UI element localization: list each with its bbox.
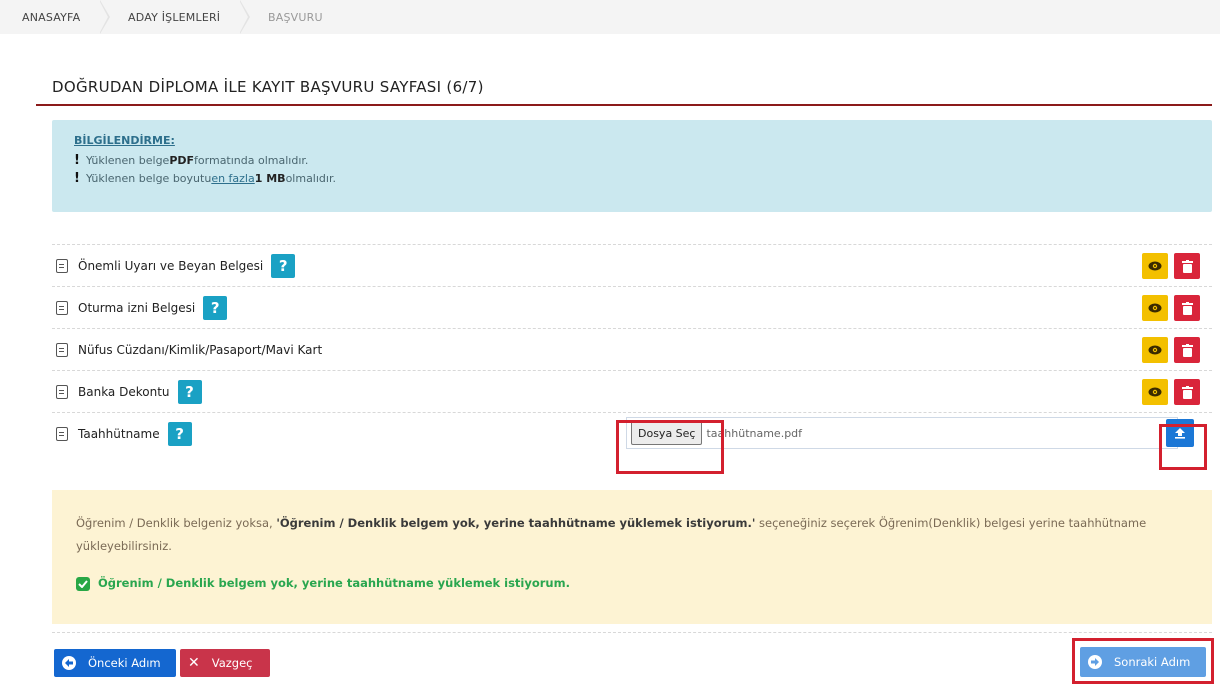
info-text: Yüklenen belge boyutu (85, 171, 212, 185)
close-icon: ✕ (188, 655, 200, 671)
breadcrumb-candidate-ops[interactable]: ADAY İŞLEMLERİ (100, 0, 250, 34)
eye-icon (1148, 261, 1162, 271)
breadcrumb-candidate-ops-label[interactable]: ADAY İŞLEMLERİ (128, 11, 220, 24)
trash-icon (1181, 259, 1193, 273)
previous-step-label[interactable]: Önceki Adım (88, 656, 161, 670)
cancel-button[interactable]: ✕ Vazgeç (180, 649, 270, 677)
info-underline: en fazla (211, 171, 255, 185)
warning-box: Öğrenim / Denklik belgeniz yoksa, 'Öğren… (52, 490, 1212, 624)
checkbox-label[interactable]: Öğrenim / Denklik belgem yok, yerine taa… (98, 572, 570, 595)
highlight-choose-file (616, 420, 724, 474)
document-label: Taahhütname (78, 426, 160, 441)
view-button[interactable] (1142, 379, 1168, 405)
document-actions (1142, 337, 1200, 363)
next-step-label[interactable]: Sonraki Adım (1114, 655, 1190, 669)
exclamation-icon: ! (74, 170, 80, 186)
info-heading: BİLGİLENDİRME: (74, 134, 175, 147)
delete-button[interactable] (1174, 295, 1200, 321)
cancel-label[interactable]: Vazgeç (212, 656, 253, 670)
document-label: Oturma izni Belgesi (78, 300, 196, 315)
delete-button[interactable] (1174, 337, 1200, 363)
document-row: Nüfus Cüzdanı/Kimlik/Pasaport/Mavi Kart (52, 328, 1212, 370)
info-line-size: ! Yüklenen belge boyutu en fazla 1 MB ol… (74, 169, 1190, 187)
document-row: Önemli Uyarı ve Beyan Belgesi ? (52, 244, 1212, 286)
arrow-left-icon (62, 656, 76, 670)
warning-text: Öğrenim / Denklik belgeniz yoksa, 'Öğren… (76, 512, 1188, 558)
warning-text-bold: 'Öğrenim / Denklik belgem yok, yerine ta… (276, 516, 756, 530)
help-button[interactable]: ? (203, 295, 228, 320)
trash-icon (1181, 343, 1193, 357)
view-button[interactable] (1142, 295, 1168, 321)
title-divider (36, 104, 1212, 106)
bottom-divider (52, 632, 1212, 633)
help-button[interactable]: ? (177, 379, 202, 404)
exclamation-icon: ! (74, 152, 80, 168)
document-row: Banka Dekontu ? (52, 370, 1212, 412)
document-actions (1142, 295, 1200, 321)
document-actions (1142, 379, 1200, 405)
info-text: formatında olmalıdır. (194, 153, 309, 167)
file-icon (56, 258, 68, 273)
breadcrumb-application: BAŞVURU (240, 0, 323, 34)
document-actions (1142, 253, 1200, 279)
view-button[interactable] (1142, 337, 1168, 363)
breadcrumb-home-label[interactable]: ANASAYFA (22, 11, 80, 24)
breadcrumb-home[interactable]: ANASAYFA (0, 0, 110, 34)
info-bold: 1 MB (254, 171, 286, 185)
breadcrumb: ANASAYFA ADAY İŞLEMLERİ BAŞVURU (0, 0, 1220, 34)
document-label: Banka Dekontu (78, 384, 170, 399)
warning-text-pre: Öğrenim / Denklik belgeniz yoksa, (76, 516, 277, 530)
help-button[interactable]: ? (271, 253, 296, 278)
breadcrumb-application-label: BAŞVURU (268, 10, 323, 24)
delete-button[interactable] (1174, 253, 1200, 279)
document-label: Önemli Uyarı ve Beyan Belgesi (78, 258, 264, 273)
file-icon (56, 426, 68, 441)
trash-icon (1181, 385, 1193, 399)
document-label: Nüfus Cüzdanı/Kimlik/Pasaport/Mavi Kart (78, 342, 323, 357)
eye-icon (1148, 303, 1162, 313)
trash-icon (1181, 301, 1193, 315)
checkbox-checked-icon[interactable] (76, 576, 90, 591)
file-icon (56, 300, 68, 315)
document-row: Oturma izni Belgesi ? (52, 286, 1212, 328)
next-step-button[interactable]: Sonraki Adım (1080, 647, 1206, 677)
file-icon (56, 384, 68, 399)
info-box: BİLGİLENDİRME: ! Yüklenen belge PDF form… (52, 120, 1212, 212)
info-bold: PDF (169, 153, 195, 167)
view-button[interactable] (1142, 253, 1168, 279)
highlight-upload-button (1159, 424, 1207, 470)
arrow-right-icon (1088, 655, 1102, 669)
delete-button[interactable] (1174, 379, 1200, 405)
page-title: DOĞRUDAN DİPLOMA İLE KAYIT BAŞVURU SAYFA… (52, 78, 484, 96)
previous-step-button[interactable]: Önceki Adım (54, 649, 176, 677)
info-text: olmalıdır. (285, 171, 336, 185)
eye-icon (1148, 345, 1162, 355)
file-icon (56, 342, 68, 357)
no-certificate-checkbox[interactable]: Öğrenim / Denklik belgem yok, yerine taa… (76, 572, 1188, 595)
info-text: Yüklenen belge (85, 153, 170, 167)
eye-icon (1148, 387, 1162, 397)
info-line-format: ! Yüklenen belge PDF formatında olmalıdı… (74, 151, 1190, 169)
help-button[interactable]: ? (167, 421, 192, 446)
